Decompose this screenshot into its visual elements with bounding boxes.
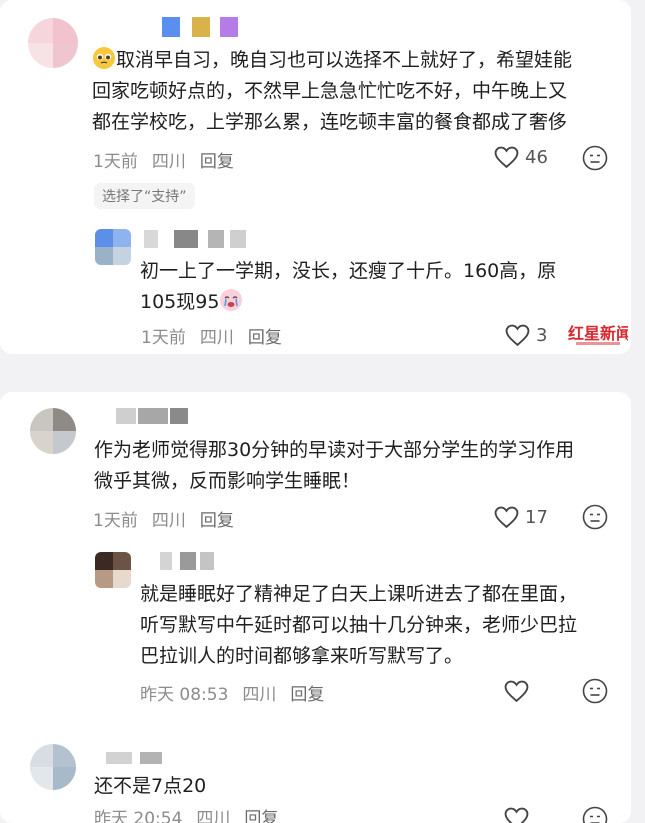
reply-time: 昨天 08:53: [140, 685, 229, 705]
comment-card: 取消早自习，晚自习也可以选择不上就好了，希望娃能 回家吃顿好点的，不然早上急急忙…: [0, 0, 631, 354]
hongxing-news-logo: 红星新闻: [568, 324, 628, 345]
neutral-face-icon[interactable]: [582, 504, 608, 530]
comment-meta: 1天前 四川 回复: [93, 147, 248, 172]
reply-time: 1天前: [141, 328, 186, 348]
avatar[interactable]: [95, 229, 131, 265]
heart-icon: [504, 807, 529, 823]
pleading-face-emoji: [93, 47, 115, 69]
reply-time: 昨天 20:54: [94, 809, 183, 823]
comment-location: 四川: [151, 511, 186, 531]
reply-location: 四川: [199, 328, 234, 348]
reply-meta: 1天前 四川 回复: [141, 323, 296, 348]
username[interactable]: [106, 752, 164, 764]
username[interactable]: [116, 408, 190, 424]
avatar[interactable]: [30, 408, 76, 454]
heart-icon: [494, 146, 519, 169]
username[interactable]: [144, 230, 248, 248]
like-count: 17: [525, 507, 548, 528]
avatar[interactable]: [30, 744, 76, 790]
logo-text: 红星新闻: [568, 324, 628, 343]
reply-button[interactable]: 回复: [290, 685, 324, 705]
reply-button[interactable]: 回复: [200, 152, 234, 172]
reply-button[interactable]: 回复: [200, 511, 234, 531]
heart-icon: [505, 324, 530, 347]
reply-location: 四川: [196, 809, 231, 823]
like-count: 46: [525, 147, 548, 168]
avatar[interactable]: [95, 552, 131, 588]
comment-text: 作为老师觉得那30分钟的早读对于大部分学生的学习作用 微乎其微，反而影响学生睡眠…: [94, 439, 575, 492]
like-count: 3: [536, 325, 548, 346]
comment-card: 作为老师觉得那30分钟的早读对于大部分学生的学习作用 微乎其微，反而影响学生睡眠…: [0, 392, 631, 823]
username[interactable]: [162, 17, 242, 37]
reply-text: 初一上了一学期，没长，还瘦了十斤。160高，原 105现95: [140, 260, 557, 313]
avatar[interactable]: [28, 18, 78, 68]
reply-meta: 昨天 20:54 四川 回复: [94, 804, 292, 823]
heart-icon: [494, 506, 519, 529]
comment-time: 1天前: [93, 152, 138, 172]
neutral-face-icon[interactable]: [582, 145, 608, 171]
comment-meta: 1天前 四川 回复: [93, 506, 248, 531]
like-button[interactable]: 17: [494, 506, 548, 529]
heart-icon: [504, 680, 529, 703]
like-button[interactable]: 3: [505, 324, 547, 347]
neutral-face-icon[interactable]: [582, 678, 608, 704]
comment-time: 1天前: [93, 511, 138, 531]
like-button[interactable]: 46: [494, 146, 548, 169]
reply-button[interactable]: 回复: [248, 328, 282, 348]
stance-tag: 选择了“支持”: [94, 183, 195, 209]
reply-text: 就是睡眠好了精神足了白天上课听进去了都在里面， 听写默写中午延时都可以抽十几分钟…: [140, 583, 578, 667]
reply-location: 四川: [242, 685, 277, 705]
like-button[interactable]: [504, 680, 529, 703]
comment-location: 四川: [151, 152, 186, 172]
crying-emoji: [220, 289, 243, 311]
neutral-face-icon[interactable]: [582, 806, 608, 823]
like-button[interactable]: [504, 807, 529, 823]
reply-text: 还不是7点20: [94, 775, 207, 797]
comment-text: 取消早自习，晚自习也可以选择不上就好了，希望娃能 回家吃顿好点的，不然早上急急忙…: [92, 45, 572, 138]
reply-meta: 昨天 08:53 四川 回复: [140, 680, 338, 705]
reply-button[interactable]: 回复: [244, 809, 278, 823]
username[interactable]: [160, 552, 216, 570]
